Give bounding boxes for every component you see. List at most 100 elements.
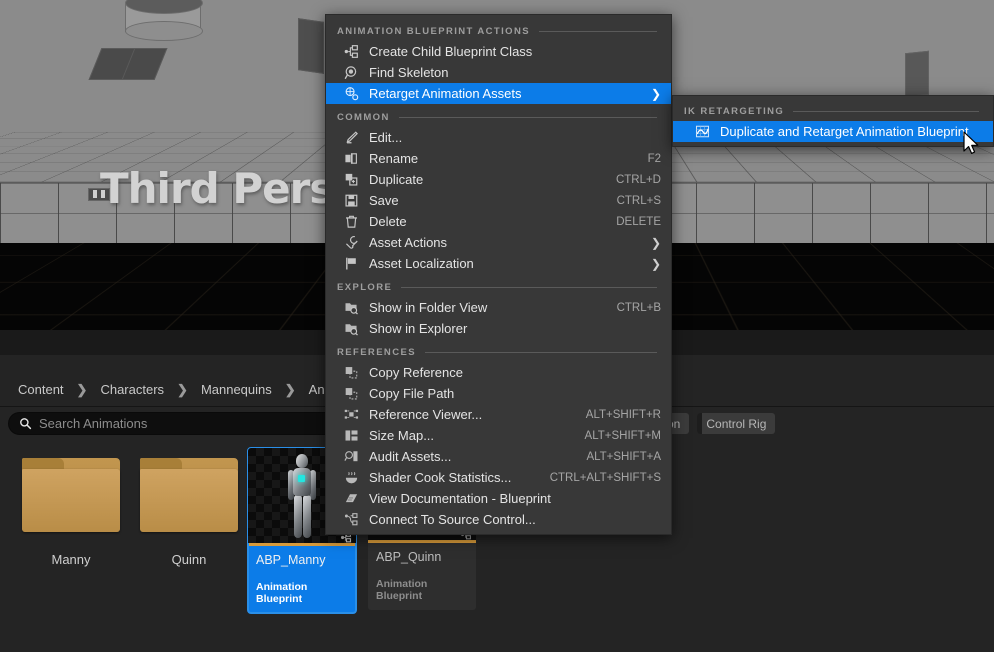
menu-item-label: Copy Reference	[369, 365, 463, 380]
menu-item-label: View Documentation - Blueprint	[369, 491, 551, 506]
breadcrumb-item-characters[interactable]: Characters	[94, 380, 170, 399]
menu-item-shader-cook-statistics[interactable]: Shader Cook Statistics... CTRL+ALT+SHIFT…	[326, 467, 671, 488]
source-control-icon	[342, 512, 360, 528]
menu-item-shortcut: DELETE	[616, 216, 661, 228]
audit-icon	[342, 449, 360, 465]
menu-item-retarget-animation-assets[interactable]: Retarget Animation Assets ❯	[326, 83, 671, 104]
asset-context-menu[interactable]: ANIMATION BLUEPRINT ACTIONS Create Child…	[325, 14, 672, 535]
section-divider	[399, 117, 657, 118]
duplicate-icon	[342, 172, 360, 188]
section-divider	[539, 31, 657, 32]
copy-reference-icon	[342, 365, 360, 381]
menu-item-delete[interactable]: Delete DELETE	[326, 211, 671, 232]
menu-item-duplicate-and-retarget-animation-blueprint[interactable]: Duplicate and Retarget Animation Bluepri…	[673, 121, 993, 142]
section-label: EXPLORE	[337, 282, 392, 293]
asset-type-label: Animation Blueprint	[376, 578, 476, 602]
menu-item-shortcut: CTRL+ALT+SHIFT+S	[550, 472, 661, 484]
folder-label: Manny	[12, 552, 130, 567]
breadcrumb-item-mannequins[interactable]: Mannequins	[195, 380, 278, 399]
menu-item-shortcut: CTRL+B	[617, 302, 661, 314]
breadcrumb-item-content[interactable]: Content	[12, 380, 70, 399]
rename-icon	[342, 151, 360, 167]
section-label: COMMON	[337, 112, 390, 123]
folder-tile-manny[interactable]: Manny	[12, 448, 130, 567]
menu-item-label: Retarget Animation Assets	[369, 86, 521, 101]
section-label: ANIMATION BLUEPRINT ACTIONS	[337, 26, 530, 37]
menu-item-label: Create Child Blueprint Class	[369, 44, 532, 59]
menu-item-label: Find Skeleton	[369, 65, 449, 80]
menu-item-label: Asset Localization	[369, 256, 474, 271]
chevron-right-icon: ❯	[170, 383, 195, 396]
chevron-right-icon: ❯	[70, 383, 95, 396]
menu-item-show-in-folder-view[interactable]: Show in Folder View CTRL+B	[326, 297, 671, 318]
menu-item-label: Size Map...	[369, 428, 434, 443]
retarget-icon	[342, 86, 360, 102]
context-menu-section-header: REFERENCES	[326, 339, 671, 362]
folder-search-icon	[342, 300, 360, 316]
trash-icon	[342, 214, 360, 230]
section-label: REFERENCES	[337, 347, 416, 358]
menu-item-copy-reference[interactable]: Copy Reference	[326, 362, 671, 383]
menu-item-asset-localization[interactable]: Asset Localization ❯	[326, 253, 671, 274]
section-divider	[425, 352, 657, 353]
chevron-right-icon: ❯	[278, 383, 303, 396]
menu-item-label: Connect To Source Control...	[369, 512, 536, 527]
folder-search-icon	[342, 321, 360, 337]
menu-item-show-in-explorer[interactable]: Show in Explorer	[326, 318, 671, 339]
submenu-section-header: IK RETARGETING	[673, 98, 993, 121]
viewport-block-mesh	[298, 18, 324, 74]
menu-item-find-skeleton[interactable]: Find Skeleton	[326, 62, 671, 83]
folder-tile-quinn[interactable]: Quinn	[130, 448, 248, 567]
magnifier-icon	[342, 65, 360, 81]
child-class-icon	[342, 44, 360, 60]
menu-item-view-documentation-blueprint[interactable]: View Documentation - Blueprint	[326, 488, 671, 509]
menu-item-asset-actions[interactable]: Asset Actions ❯	[326, 232, 671, 253]
menu-item-shortcut: F2	[648, 153, 661, 165]
folder-icon	[22, 458, 120, 532]
menu-item-reference-viewer[interactable]: Reference Viewer... ALT+SHIFT+R	[326, 404, 671, 425]
menu-item-shortcut: ALT+SHIFT+A	[586, 451, 661, 463]
menu-item-label: Asset Actions	[369, 235, 447, 250]
viewport-block-mesh-2	[905, 51, 929, 98]
asset-type-label: Animation Blueprint	[256, 581, 356, 605]
context-menu-section-header: ANIMATION BLUEPRINT ACTIONS	[326, 18, 671, 41]
menu-item-label: Show in Folder View	[369, 300, 487, 315]
menu-item-label: Show in Explorer	[369, 321, 467, 336]
folder-icon	[140, 458, 238, 532]
menu-item-label: Save	[369, 193, 399, 208]
documentation-icon	[342, 491, 360, 507]
section-divider	[401, 287, 657, 288]
menu-item-label: Reference Viewer...	[369, 407, 482, 422]
mouse-cursor	[963, 131, 981, 162]
shader-cook-icon	[342, 470, 360, 486]
menu-item-edit[interactable]: Edit...	[326, 127, 671, 148]
section-divider	[793, 111, 979, 112]
menu-item-size-map[interactable]: Size Map... ALT+SHIFT+M	[326, 425, 671, 446]
chevron-right-icon: ❯	[651, 257, 661, 271]
flag-icon	[342, 256, 360, 272]
level-title-text: Third Pers	[100, 164, 333, 213]
chevron-right-icon: ❯	[651, 87, 661, 101]
menu-item-save[interactable]: Save CTRL+S	[326, 190, 671, 211]
menu-item-label: Delete	[369, 214, 407, 229]
menu-item-connect-to-source-control[interactable]: Connect To Source Control...	[326, 509, 671, 530]
save-icon	[342, 193, 360, 209]
retarget-animation-assets-submenu[interactable]: IK RETARGETING Duplicate and Retarget An…	[672, 95, 994, 147]
mannequin-preview-icon	[285, 454, 319, 538]
menu-item-duplicate[interactable]: Duplicate CTRL+D	[326, 169, 671, 190]
menu-item-audit-assets[interactable]: Audit Assets... ALT+SHIFT+A	[326, 446, 671, 467]
menu-item-rename[interactable]: Rename F2	[326, 148, 671, 169]
copy-path-icon	[342, 386, 360, 402]
app-root: Third Pers Content ❯ Characters ❯ Manneq…	[0, 0, 994, 652]
menu-item-shortcut: CTRL+S	[617, 195, 661, 207]
filter-pill-control-rig[interactable]: Control Rig	[697, 413, 775, 434]
context-menu-section-header: COMMON	[326, 104, 671, 127]
pencil-icon	[342, 130, 360, 146]
menu-item-shortcut: ALT+SHIFT+R	[586, 409, 661, 421]
retarget-curve-icon	[693, 124, 711, 140]
search-icon	[19, 417, 32, 430]
section-label: IK RETARGETING	[684, 106, 784, 117]
menu-item-create-child-blueprint-class[interactable]: Create Child Blueprint Class	[326, 41, 671, 62]
menu-item-copy-file-path[interactable]: Copy File Path	[326, 383, 671, 404]
menu-item-label: Edit...	[369, 130, 402, 145]
